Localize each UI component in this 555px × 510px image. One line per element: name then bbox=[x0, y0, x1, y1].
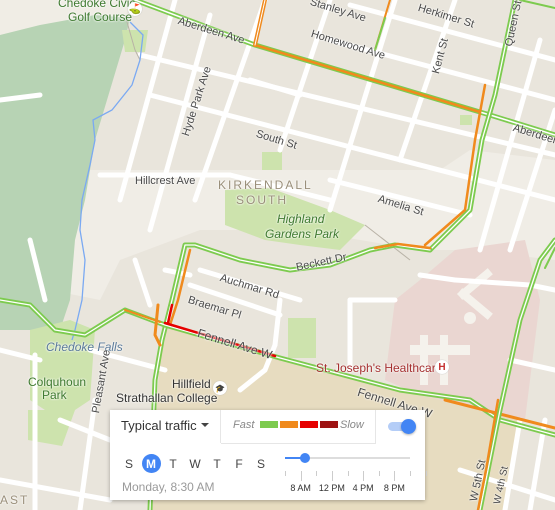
park-label-highland: Highland bbox=[277, 212, 325, 226]
traffic-legend: Fast Slow bbox=[221, 410, 376, 444]
day-saturday[interactable]: S bbox=[250, 454, 272, 474]
day-selector: S M T W T F S bbox=[118, 454, 272, 474]
legend-slow-label: Slow bbox=[340, 419, 364, 431]
toggle-knob bbox=[401, 419, 416, 434]
time-tick bbox=[316, 471, 318, 476]
legend-fast-label: Fast bbox=[233, 419, 255, 431]
chevron-down-icon bbox=[201, 423, 209, 427]
time-tick-label: 8 AM bbox=[290, 483, 311, 493]
poi-label-st-josephs: St. Joseph's Healthcare bbox=[316, 361, 443, 375]
day-monday[interactable]: M bbox=[140, 454, 162, 474]
legend-swatch-very-slow bbox=[320, 421, 338, 428]
golf-icon[interactable]: ⛳ bbox=[128, 2, 142, 16]
day-friday[interactable]: F bbox=[228, 454, 250, 474]
time-tick-label: 8 PM bbox=[383, 483, 405, 493]
park-label-colquhoun-2: Park bbox=[42, 388, 67, 402]
time-tick bbox=[347, 471, 349, 476]
park-patch-4 bbox=[288, 318, 316, 358]
time-slider[interactable] bbox=[285, 453, 410, 463]
neighbourhood-label-east: AST bbox=[0, 493, 30, 507]
legend-swatch-fast bbox=[260, 421, 278, 428]
day-tuesday[interactable]: T bbox=[162, 454, 184, 474]
traffic-mode-label: Typical traffic bbox=[121, 418, 197, 433]
time-tick bbox=[363, 471, 365, 481]
traffic-toggle[interactable] bbox=[386, 419, 416, 434]
neighbourhood-label: KIRKENDALL bbox=[218, 178, 313, 192]
park-patch-3 bbox=[262, 152, 282, 170]
poi-label-hillfield-2: Strathallan College bbox=[116, 391, 218, 405]
hospital-icon[interactable]: H bbox=[435, 360, 449, 374]
day-thursday[interactable]: T bbox=[206, 454, 228, 474]
poi-label-hillfield: Hillfield bbox=[172, 377, 211, 391]
street-label-hillcrest-ave: Hillcrest Ave bbox=[135, 175, 196, 187]
park-label-colquhoun: Colquhoun bbox=[28, 375, 87, 389]
golf-course-label: Chedoke Civic bbox=[58, 0, 136, 10]
time-tick bbox=[285, 471, 286, 476]
legend-swatch-medium bbox=[280, 421, 298, 428]
selected-time-text: Monday, 8:30 AM bbox=[122, 480, 215, 494]
park-patch-5 bbox=[460, 115, 472, 125]
school-icon[interactable]: 🎓 bbox=[213, 381, 227, 395]
traffic-panel: Typical traffic Fast Slow S M T W T F S … bbox=[110, 410, 427, 500]
time-tick-label: 12 PM bbox=[318, 483, 345, 493]
time-tick bbox=[394, 471, 396, 481]
park-label-highland-2: Gardens Park bbox=[265, 227, 340, 241]
golf-course-label-2: Golf Course bbox=[68, 10, 133, 24]
time-tick bbox=[378, 471, 380, 476]
time-tick bbox=[331, 471, 333, 481]
time-tick-label: 4 PM bbox=[352, 483, 374, 493]
time-tick bbox=[425, 471, 427, 476]
neighbourhood-label-2: SOUTH bbox=[236, 193, 288, 207]
legend-swatch-slow bbox=[300, 421, 318, 428]
day-sunday[interactable]: S bbox=[118, 454, 140, 474]
day-wednesday[interactable]: W bbox=[184, 454, 206, 474]
time-tick bbox=[300, 471, 302, 481]
traffic-mode-dropdown[interactable]: Typical traffic bbox=[110, 410, 221, 443]
time-slider-thumb[interactable] bbox=[299, 453, 310, 463]
time-tick bbox=[410, 471, 411, 476]
